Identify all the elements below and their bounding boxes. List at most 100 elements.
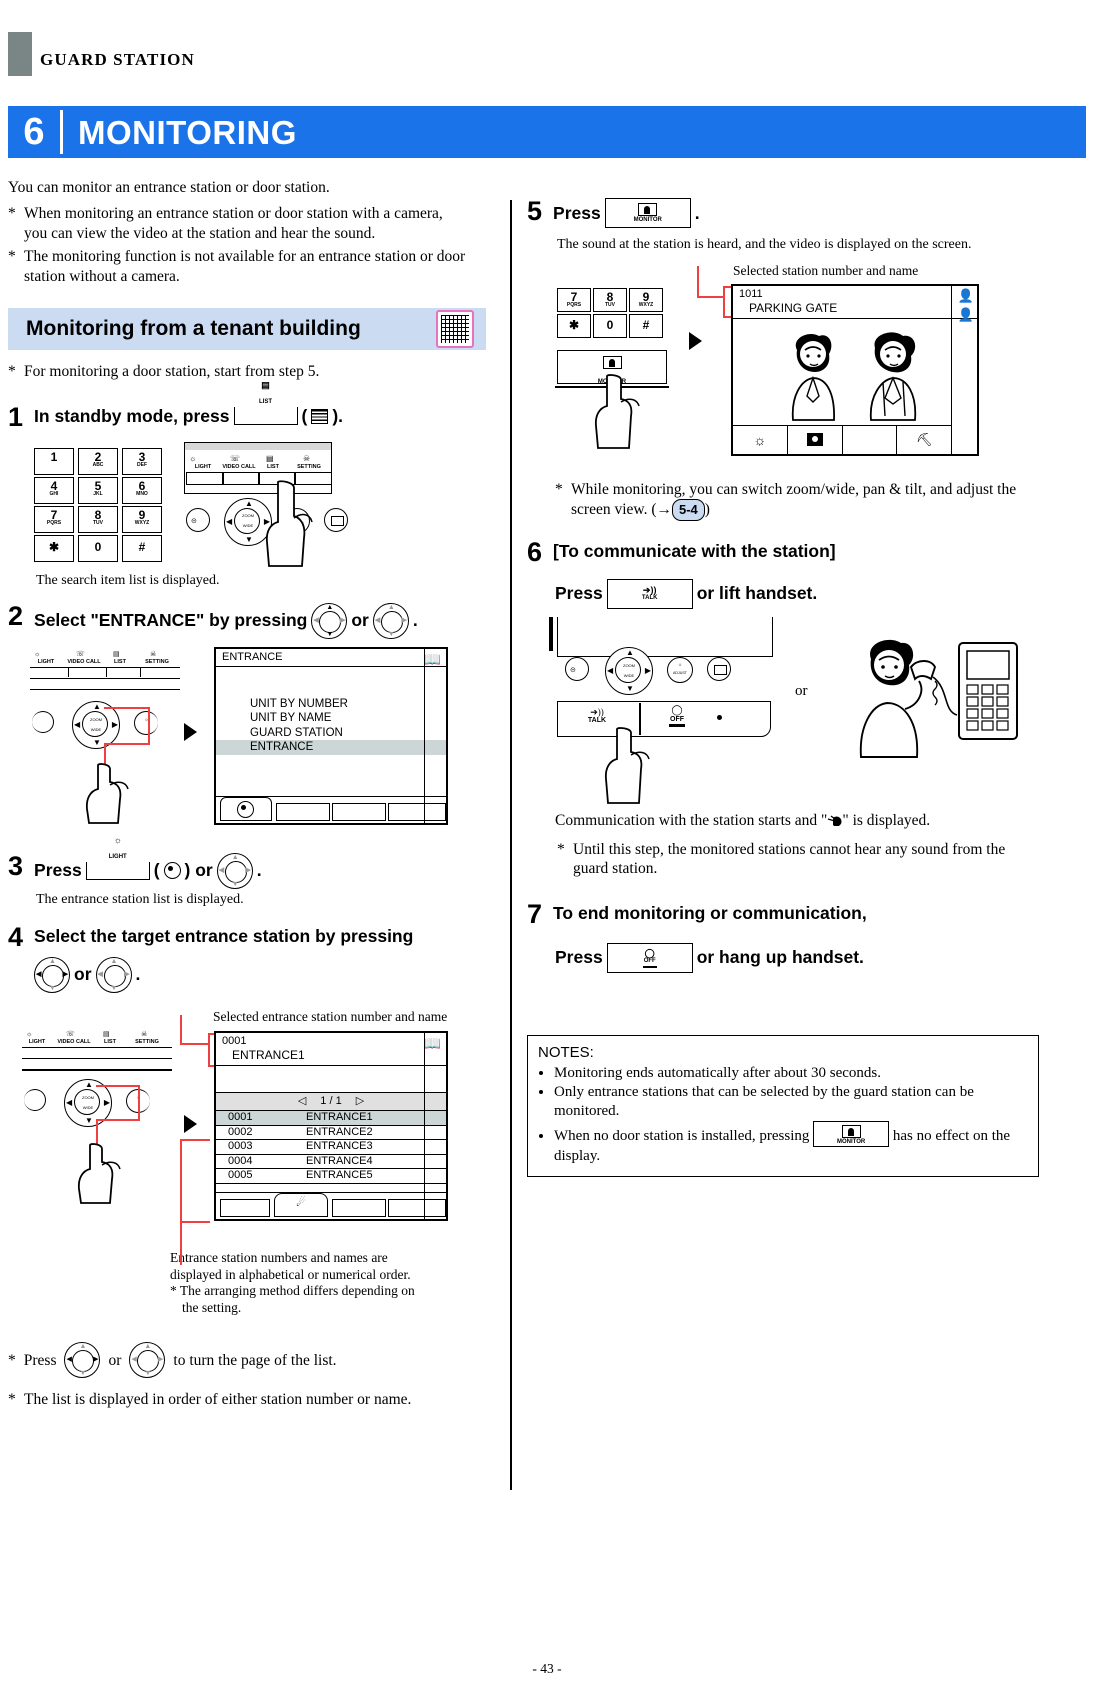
video-call-key[interactable] (222, 471, 260, 485)
next-page-arrow-icon[interactable]: ▷ (356, 1094, 364, 1109)
left-arrow-icon: ◀ (36, 970, 42, 978)
light-function-key-glyph[interactable]: ☼ LIGHT (85, 835, 150, 880)
nav-pad-icon-alt[interactable]: ▲ ▼ ◀ ▶ (372, 602, 409, 639)
pad-down-arrow-icon[interactable]: ▼ (245, 535, 253, 544)
display-off-button[interactable] (707, 656, 731, 681)
list-item[interactable]: 0005 ENTRANCE5 (216, 1169, 446, 1184)
nav-pad-vertical-icon[interactable]: ▲ ▼ ◀ ▶ (311, 602, 348, 639)
soft-key-3[interactable] (332, 1199, 386, 1217)
door-release-button[interactable] (24, 1089, 46, 1111)
manual-page: GUARD STATION 6 MONITORING You can monit… (0, 0, 1094, 1695)
keypad-key-hash[interactable]: # (122, 534, 162, 562)
nav-pad-icon-alt[interactable]: ▲ ▼ ◀ ▶ (129, 1342, 166, 1378)
nav-pad-icon-alt[interactable]: ▲ ▼ ◀ ▶ (95, 956, 132, 993)
step-6-result: Communication with the station starts an… (555, 811, 1083, 830)
pad-left-arrow-icon[interactable]: ◀ (74, 720, 80, 729)
pad-right-arrow-icon[interactable]: ▶ (645, 666, 651, 675)
pad-right-arrow-icon[interactable]: ▶ (112, 720, 118, 729)
capture-soft-key[interactable] (788, 425, 843, 454)
soft-key-3[interactable] (332, 802, 386, 821)
list-item[interactable]: 0001 ENTRANCE1 (216, 1111, 446, 1126)
pad-left-arrow-icon[interactable]: ◀ (607, 666, 613, 675)
keypad-key-3[interactable]: 3 DEF (122, 447, 162, 475)
settings-soft-key[interactable]: ⛏ (897, 426, 951, 454)
soft-key-4[interactable] (388, 802, 446, 821)
off-key-caption: OFF (643, 957, 656, 964)
pad-up-arrow-icon[interactable]: ▲ (626, 648, 634, 657)
zoom-wide-center-button[interactable] (234, 507, 260, 534)
list-function-key-glyph[interactable]: ▤ LIST (233, 381, 298, 425)
keypad-key-4[interactable]: 4 GHI (34, 476, 74, 504)
list-item[interactable]: 0003 ENTRANCE3 (216, 1140, 446, 1155)
soft-key-1[interactable] (220, 796, 272, 821)
soft-key-4[interactable] (388, 1199, 446, 1217)
menu-item-unit-by-number[interactable]: UNIT BY NUMBER (216, 697, 446, 712)
soft-key-1[interactable] (220, 1199, 270, 1217)
cross-reference[interactable]: 5-4 (672, 499, 705, 521)
keypad-key-star[interactable]: ✱ (557, 313, 591, 338)
nav-pad-horizontal-icon[interactable]: ▲ ▼ ◀ ▶ (34, 956, 71, 993)
callout-line-top (104, 706, 150, 709)
list-key-caption: LIST (114, 658, 126, 665)
step-6-note: * Until this step, the monitored station… (557, 840, 1037, 879)
door-release-button[interactable] (32, 710, 54, 733)
monitor-key-glyph[interactable]: MONITOR (813, 1120, 890, 1147)
pad-left-arrow-icon[interactable]: ◀ (226, 517, 232, 526)
keypad-key-star[interactable]: ✱ (34, 534, 74, 562)
brightness-soft-key[interactable]: ☼ (733, 425, 788, 454)
soft-key-call[interactable]: ☄ (274, 1193, 328, 1217)
person-icon-1: 👤 (957, 287, 974, 303)
step-2-text-a: Select "ENTRANCE" by pressing (34, 610, 308, 630)
keypad-key-9[interactable]: 9 WXYZ (122, 505, 162, 533)
video-call-icon: ☏ (66, 1030, 75, 1038)
menu-item-entrance[interactable]: ENTRANCE (216, 740, 446, 755)
keypad-key-1[interactable]: 1 (34, 447, 74, 475)
keypad-key-7[interactable]: 7 PQRS (34, 505, 74, 533)
zoom-wide-center-button[interactable] (74, 1089, 100, 1115)
pad-down-arrow-icon[interactable]: ▼ (85, 1117, 93, 1125)
door-release-button[interactable]: ⊝ (186, 507, 210, 532)
adjust-button[interactable]: ☼ (134, 710, 158, 735)
keypad-key-8[interactable]: 8 TUV (593, 287, 627, 312)
soft-key-2[interactable] (276, 802, 330, 821)
prev-page-arrow-icon[interactable]: ◁ (298, 1094, 306, 1109)
keypad-key-0[interactable]: 0 (78, 534, 118, 562)
keypad-key-hash[interactable]: # (629, 313, 663, 338)
light-key[interactable] (186, 471, 224, 485)
key-letters: PQRS (46, 519, 62, 526)
list-item[interactable]: 0002 ENTRANCE2 (216, 1126, 446, 1140)
intro-lead: You can monitor an entrance station or d… (8, 179, 330, 196)
keypad-key-9[interactable]: 9 WXYZ (629, 287, 663, 312)
key-digit: 1 (50, 449, 58, 464)
keypad-key-8[interactable]: 8 TUV (78, 505, 118, 533)
nav-pad-center-icon[interactable]: ▲ ▼ ◀ ▶ (216, 852, 253, 889)
step-3-end: . (256, 860, 262, 880)
asterisk-marker: * (8, 205, 16, 222)
footnote-a-text: Press (23, 1351, 57, 1369)
pad-down-arrow-icon[interactable]: ▼ (93, 738, 101, 747)
pad-left-arrow-icon[interactable]: ◀ (66, 1099, 72, 1107)
monitor-key-glyph[interactable]: MONITOR (604, 198, 691, 228)
door-release-button[interactable]: ⊝ (565, 656, 589, 681)
talk-key-glyph[interactable]: ➔)) TALK (606, 578, 693, 609)
keypad-key-2[interactable]: 2 ABC (78, 447, 118, 475)
keypad-key-0[interactable]: 0 (593, 313, 627, 338)
blank-soft-key[interactable] (843, 425, 898, 454)
pad-up-arrow-icon[interactable]: ▲ (85, 1081, 93, 1089)
pad-down-arrow-icon[interactable]: ▼ (626, 684, 634, 693)
menu-item-guard-station[interactable]: GUARD STATION (216, 726, 446, 741)
nav-pad-horizontal-icon[interactable]: ▲ ▼ ◀ ▶ (64, 1342, 101, 1378)
keypad-key-7[interactable]: 7 PQRS (557, 287, 591, 312)
menu-item-unit-by-name[interactable]: UNIT BY NAME (216, 711, 446, 726)
adjust-button[interactable]: ☼ ADJUST (667, 656, 693, 683)
keypad-key-6[interactable]: 6 MNO (122, 476, 162, 504)
pad-up-arrow-icon[interactable]: ▲ (93, 702, 101, 711)
keypad-key-5[interactable]: 5 JKL (78, 476, 118, 504)
list-item[interactable]: 0004 ENTRANCE4 (216, 1155, 446, 1169)
zoom-wide-center-button[interactable] (615, 656, 641, 683)
zoom-wide-center-button[interactable] (82, 710, 108, 737)
off-key-glyph[interactable]: ◯ OFF (606, 942, 693, 973)
pad-up-arrow-icon[interactable]: ▲ (245, 499, 253, 508)
pad-right-arrow-icon[interactable]: ▶ (104, 1099, 110, 1107)
zoom-wide-navigation-pad[interactable]: ZOOM WIDE ▲ ▼ ◀ ▶ (605, 646, 653, 695)
